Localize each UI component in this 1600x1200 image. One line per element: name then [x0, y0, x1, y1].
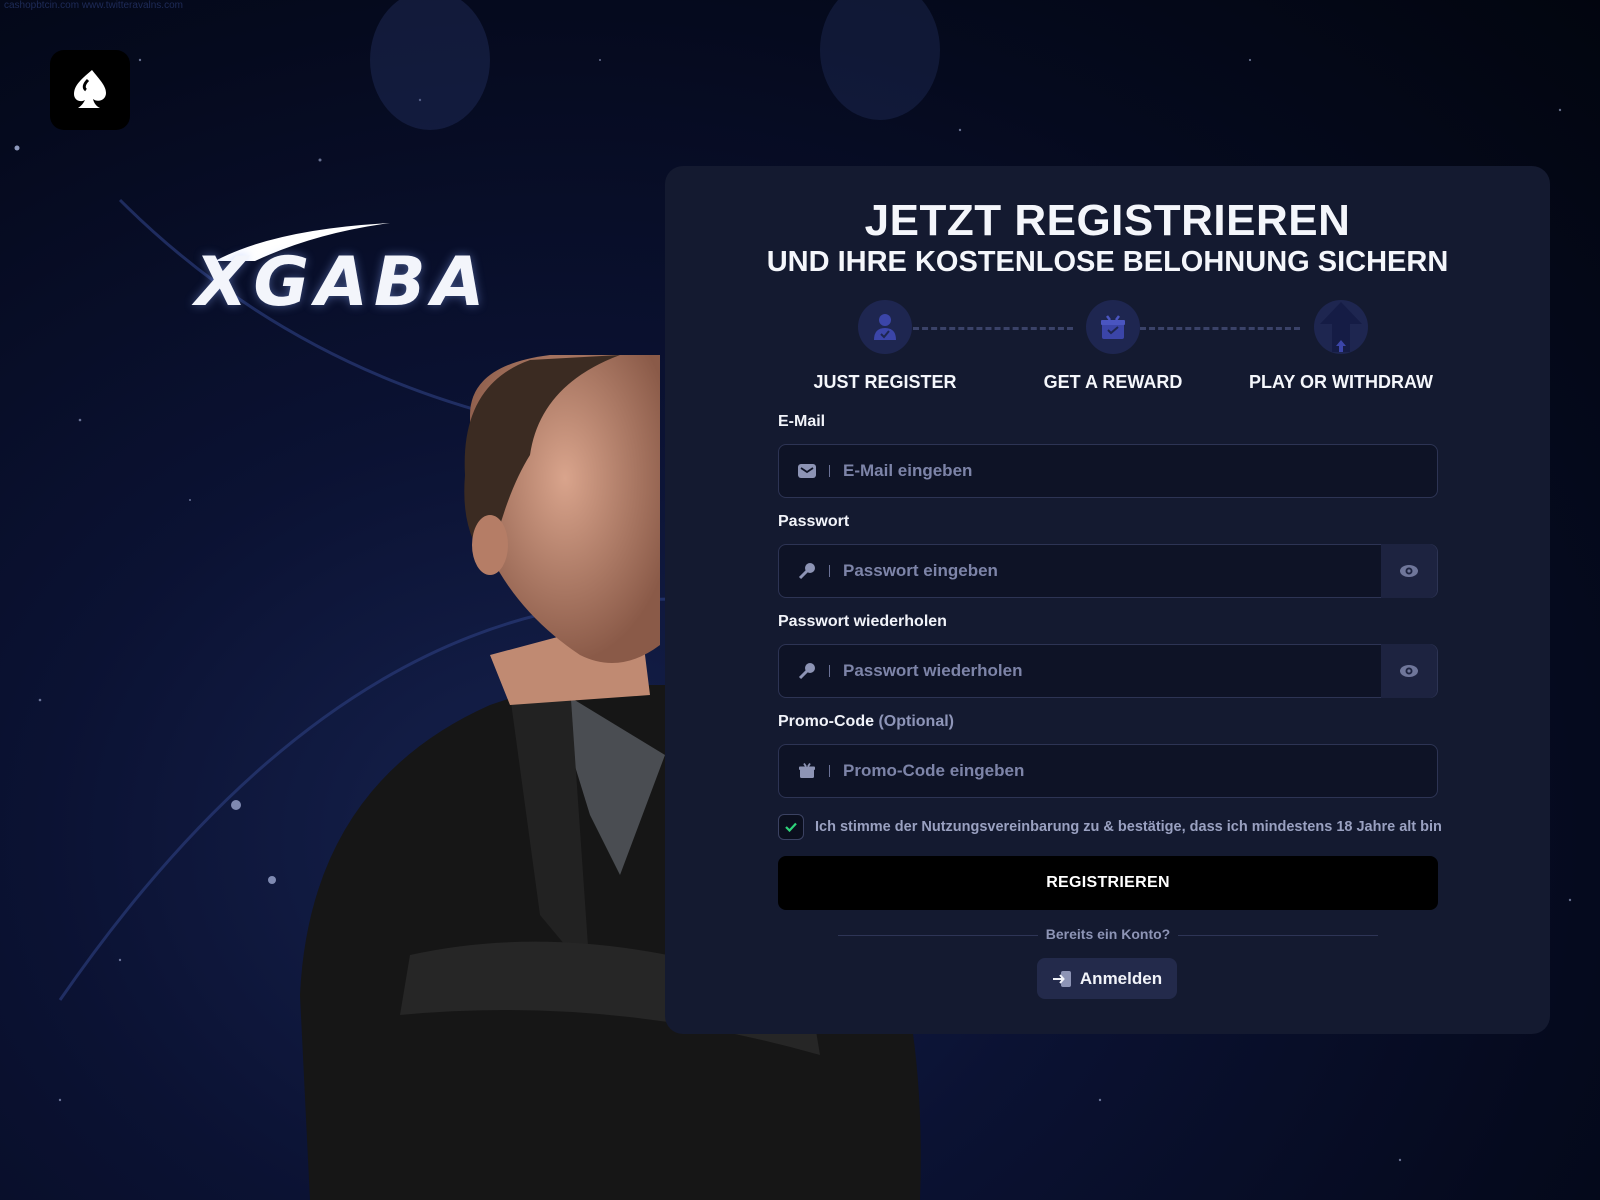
promo-label: Promo-Code (Optional) [778, 713, 954, 731]
brand-logo: XGABA [195, 223, 595, 322]
registration-panel: JETZT REGISTRIEREN UND IHRE KOSTENLOSE B… [665, 166, 1550, 1034]
toggle-password-visibility-button[interactable] [1381, 543, 1437, 598]
input-separator [829, 765, 830, 777]
step-withdraw: PLAY OR WITHDRAW [1231, 300, 1451, 393]
login-button[interactable]: Anmelden [1037, 958, 1177, 999]
password-field-wrapper [778, 543, 1438, 598]
password-label: Passwort [778, 513, 850, 530]
eye-icon [1400, 564, 1418, 577]
step-label: JUST REGISTER [813, 372, 957, 392]
login-button-label: Anmelden [1079, 968, 1163, 988]
password-repeat-field[interactable] [841, 660, 1381, 682]
key-icon [795, 662, 819, 680]
input-separator [829, 665, 830, 677]
promo-field-wrapper [778, 744, 1438, 798]
promo-label-text: Promo-Code [778, 713, 874, 730]
password-repeat-field-wrapper [778, 643, 1438, 698]
steps-progress: JUST REGISTER GET A REWARD PLAY OR WITHD… [775, 300, 1455, 400]
terms-checkbox[interactable] [778, 814, 804, 840]
check-icon [785, 822, 797, 832]
eye-icon [1400, 664, 1418, 677]
step-label: PLAY OR WITHDRAW [1248, 372, 1433, 392]
step-circle [1086, 300, 1140, 354]
input-separator [829, 465, 830, 477]
key-icon [795, 562, 819, 580]
watermark-text: cashopbtcin.com www.twitteravalns.com [4, 0, 183, 11]
input-separator [829, 565, 830, 577]
login-divider: Bereits ein Konto? [838, 926, 1378, 946]
step-circle [858, 300, 912, 354]
password-repeat-label: Passwort wiederholen [778, 613, 947, 630]
divider-text: Bereits ein Konto? [1045, 926, 1171, 942]
password-field[interactable] [841, 560, 1381, 582]
mail-icon [795, 463, 819, 479]
step-circle [1314, 300, 1368, 354]
promo-code-field[interactable] [841, 760, 1437, 782]
login-icon [1052, 970, 1071, 987]
user-check-icon [874, 314, 896, 340]
promo-optional-hint: (Optional) [878, 713, 954, 730]
terms-agreement: Ich stimme der Nutzungsvereinbarung zu &… [778, 814, 1442, 840]
step-reward: GET A REWARD [1003, 300, 1223, 393]
gift-icon [1101, 315, 1125, 339]
email-field[interactable] [841, 460, 1437, 482]
page-subtitle: UND IHRE KOSTENLOSE BELOHNUNG SICHERN [766, 246, 1449, 278]
step-label: GET A REWARD [1043, 372, 1183, 392]
spade-logo[interactable] [50, 50, 130, 130]
email-label: E-Mail [778, 413, 826, 430]
register-button[interactable]: REGISTRIEREN [778, 856, 1438, 910]
page-title: JETZT REGISTRIEREN [864, 196, 1351, 245]
email-field-wrapper [778, 444, 1438, 498]
toggle-password-repeat-visibility-button[interactable] [1381, 643, 1437, 698]
spade-logo-icon [74, 70, 106, 108]
brand-name: XGABA [195, 243, 491, 322]
gift-icon [795, 763, 819, 779]
step-register: JUST REGISTER [775, 300, 995, 393]
arrow-up-icon [1320, 302, 1362, 352]
terms-text: Ich stimme der Nutzungsvereinbarung zu &… [815, 819, 1442, 835]
